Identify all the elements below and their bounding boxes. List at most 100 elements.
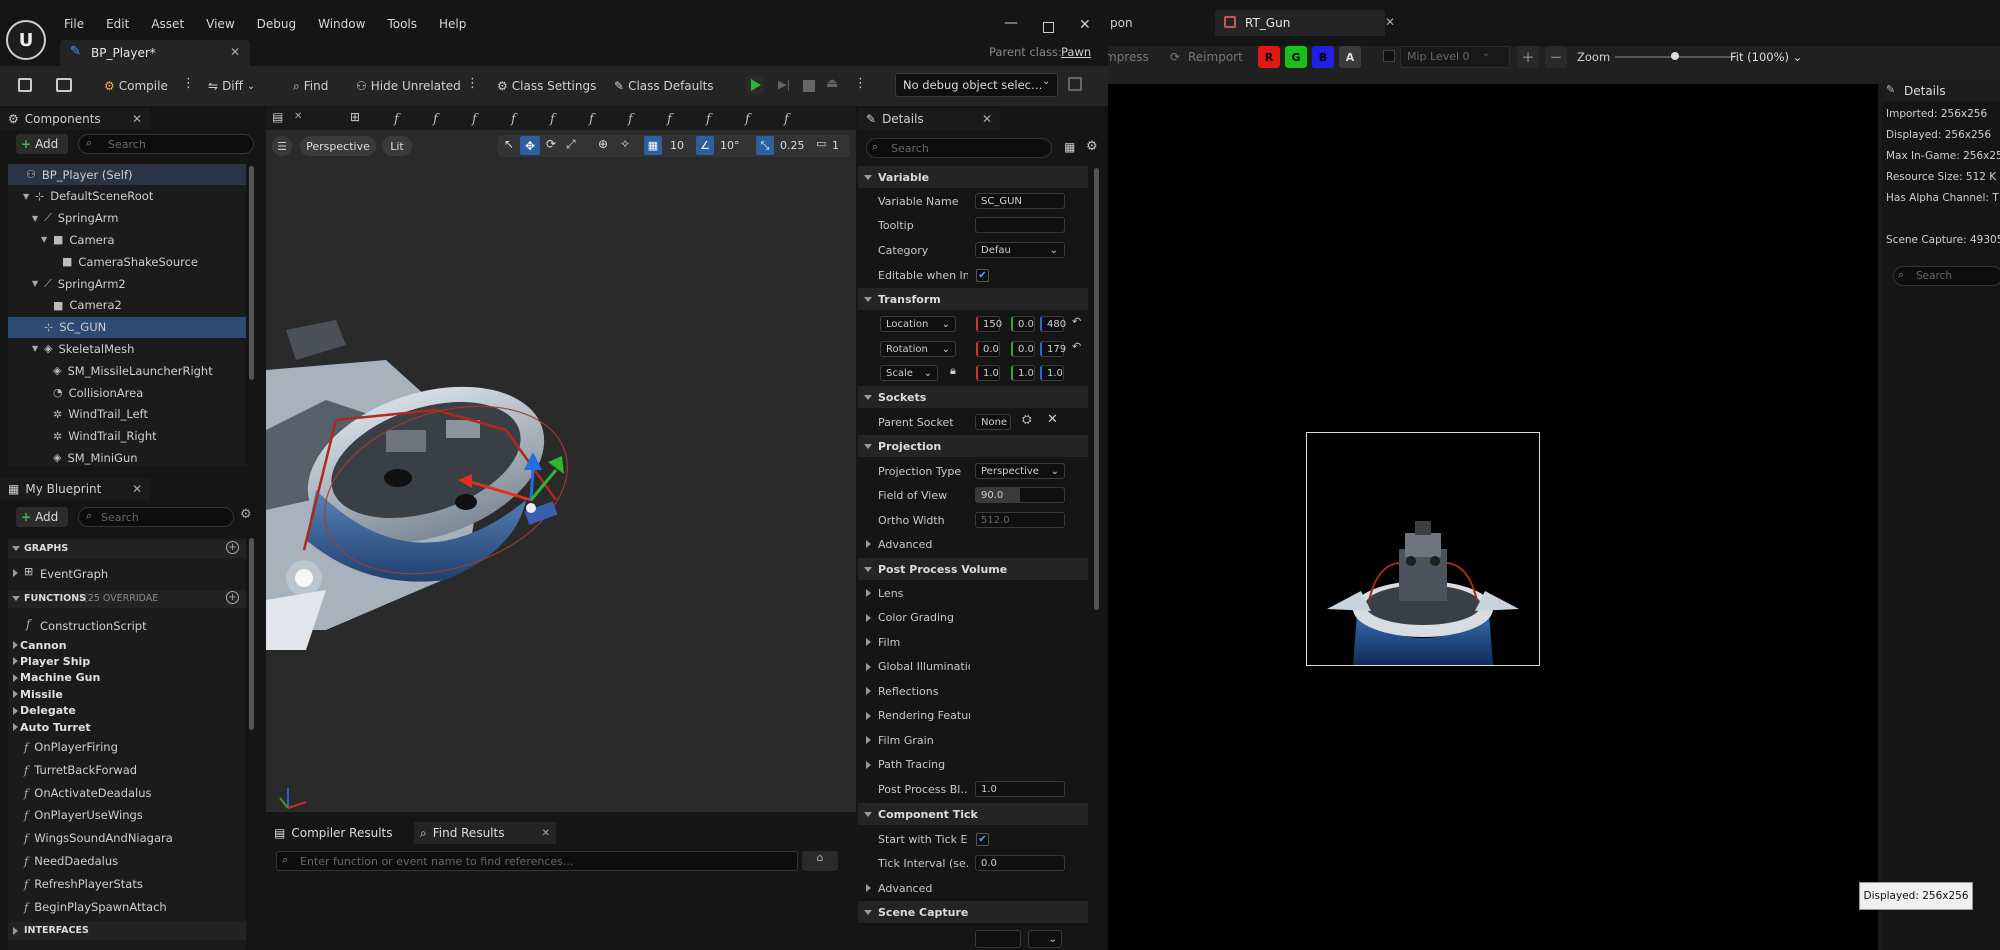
- location-y-field[interactable]: 0.0: [1011, 316, 1035, 332]
- compiler-results-tab[interactable]: ▤ Compiler Results: [268, 822, 408, 844]
- parent-class-link[interactable]: Pawn: [1061, 45, 1091, 59]
- perspective-button[interactable]: Perspective: [300, 136, 376, 156]
- menu-tools[interactable]: Tools: [387, 17, 417, 31]
- post-process-item[interactable]: Film: [878, 631, 970, 653]
- function-item[interactable]: f OnPlayerUseWings: [24, 805, 143, 825]
- close-window-button[interactable]: ✕: [1079, 17, 1091, 33]
- component-row[interactable]: ■ CameraShakeSource: [8, 251, 246, 272]
- select-icon[interactable]: ↖: [504, 137, 514, 151]
- function-category[interactable]: Player Ship: [20, 653, 90, 669]
- function-tab-icon[interactable]: f: [511, 112, 516, 127]
- channel-a-button[interactable]: A: [1339, 46, 1361, 68]
- zoom-slider-thumb[interactable]: [1671, 52, 1679, 60]
- save-icon[interactable]: [18, 78, 32, 92]
- post-process-item[interactable]: Color Grading: [878, 607, 970, 629]
- find-in-all-blueprints-icon[interactable]: ⌂: [802, 851, 838, 871]
- graph-tab-icon[interactable]: ⊞: [350, 110, 360, 124]
- menu-help[interactable]: Help: [439, 17, 466, 31]
- rotation-dropdown[interactable]: Rotation ⌄: [880, 341, 956, 357]
- post-process-section[interactable]: Post Process Volume: [858, 558, 1088, 580]
- minimize-button[interactable]: —: [1004, 15, 1018, 31]
- channel-r-button[interactable]: R: [1258, 46, 1280, 68]
- grid-snap-icon[interactable]: ▦: [644, 136, 662, 155]
- function-tab-icon[interactable]: f: [394, 112, 399, 127]
- component-row[interactable]: ◔ CollisionArea: [8, 382, 246, 403]
- component-row[interactable]: ▼ ⟋ SpringArm2: [8, 273, 246, 294]
- expand-arrow-icon[interactable]: ▼: [32, 344, 40, 353]
- expand-arrow-icon[interactable]: ▼: [41, 235, 49, 244]
- expand-arrow-icon[interactable]: ▼: [23, 192, 31, 201]
- step-icon[interactable]: ▶|: [778, 78, 790, 91]
- function-tab-icon[interactable]: f: [784, 112, 789, 127]
- rotation-y-field[interactable]: 0.0: [1011, 341, 1035, 357]
- scale-dropdown[interactable]: Scale ⌄: [880, 365, 938, 381]
- menu-debug[interactable]: Debug: [257, 17, 296, 31]
- find-results-close-icon[interactable]: ✕: [542, 828, 550, 839]
- channel-b-button[interactable]: B: [1312, 46, 1334, 68]
- add-function-icon[interactable]: +: [226, 591, 239, 604]
- editable-checkbox[interactable]: ✔: [976, 269, 989, 282]
- function-item[interactable]: f OnPlayerFiring: [24, 737, 118, 757]
- camera-speed-icon[interactable]: ▭: [816, 137, 826, 150]
- post-process-item[interactable]: Global Illumination: [878, 656, 970, 678]
- menu-asset[interactable]: Asset: [151, 17, 184, 31]
- function-item[interactable]: f OnActivateDeadalus: [24, 783, 152, 803]
- function-category[interactable]: Auto Turret: [20, 719, 91, 735]
- component-row[interactable]: ✲ WindTrail_Left: [8, 404, 246, 425]
- functions-overrides-label[interactable]: (25 OVERRIDAE: [84, 593, 158, 604]
- class-defaults-button[interactable]: ✎ Class Defaults: [614, 76, 714, 96]
- mip-checkbox[interactable]: [1383, 50, 1395, 62]
- menu-file[interactable]: File: [64, 17, 84, 31]
- function-item[interactable]: f BeginPlaySpawnAttach: [24, 897, 167, 917]
- pp-blend-field[interactable]: 1.0: [975, 781, 1065, 797]
- post-process-item[interactable]: Lens: [878, 582, 970, 604]
- start-tick-checkbox[interactable]: ✔: [976, 833, 989, 846]
- channel-g-button[interactable]: G: [1285, 46, 1307, 68]
- viewport-menu-button[interactable]: ☰: [272, 136, 292, 156]
- toolbar-options-icon[interactable]: ⋮: [466, 76, 479, 91]
- texture-tab[interactable]: [1215, 10, 1385, 36]
- compress-button[interactable]: mpress: [1105, 50, 1149, 64]
- function-item[interactable]: f TurretBackForwad: [24, 760, 137, 780]
- translate-icon[interactable]: ✥: [520, 136, 540, 155]
- hide-unrelated-button[interactable]: ⚇ Hide Unrelated: [356, 76, 461, 96]
- debug-filter-icon[interactable]: [1068, 77, 1082, 91]
- components-close-icon[interactable]: ✕: [132, 112, 142, 126]
- construction-script-item[interactable]: ConstructionScript: [40, 619, 147, 633]
- function-tab-icon[interactable]: f: [706, 112, 711, 127]
- texture-target-dropdown[interactable]: ⌄: [1028, 930, 1062, 948]
- details-close-icon[interactable]: ✕: [982, 112, 992, 126]
- maximize-button[interactable]: [1043, 22, 1054, 33]
- rotation-snap-icon[interactable]: ∠: [696, 136, 714, 155]
- projection-section[interactable]: Projection: [858, 435, 1088, 457]
- details-scrollbar[interactable]: [1094, 168, 1099, 610]
- function-item[interactable]: f RefreshPlayerStats: [24, 874, 143, 894]
- fit-dropdown[interactable]: Fit (100%) ⌄: [1730, 50, 1802, 64]
- grid-snap-value[interactable]: 10: [670, 139, 684, 152]
- compile-options-icon[interactable]: ⋮: [182, 76, 195, 91]
- menu-edit[interactable]: Edit: [106, 17, 129, 31]
- my-blueprint-add-button[interactable]: + Add: [16, 507, 68, 527]
- texture-tab-close-icon[interactable]: ✕: [1385, 15, 1395, 29]
- tick-interval-field[interactable]: 0.0: [975, 855, 1065, 871]
- function-item[interactable]: f NeedDaedalus: [24, 851, 118, 871]
- browse-socket-icon[interactable]: ⛭: [1022, 412, 1032, 427]
- lit-button[interactable]: Lit: [382, 136, 412, 156]
- browse-icon[interactable]: [56, 78, 72, 92]
- scene-capture-section[interactable]: Scene Capture: [858, 901, 1088, 923]
- function-tab-icon[interactable]: f: [550, 112, 555, 127]
- world-local-icon[interactable]: ⊕: [598, 137, 608, 151]
- component-row[interactable]: ▼ ◈ SkeletalMesh: [8, 338, 246, 359]
- function-tab-icon[interactable]: f: [628, 112, 633, 127]
- viewport-canvas[interactable]: [266, 130, 856, 812]
- post-process-item[interactable]: Rendering Features: [878, 705, 970, 727]
- component-row[interactable]: ▼ ⟋ SpringArm: [8, 208, 246, 229]
- reset-location-icon[interactable]: ↶: [1072, 315, 1081, 328]
- texture-target-field[interactable]: [975, 930, 1021, 948]
- category-dropdown[interactable]: Defau ⌄: [975, 242, 1065, 258]
- function-category[interactable]: Cannon: [20, 637, 67, 653]
- component-row[interactable]: ✲ WindTrail_Right: [8, 426, 246, 447]
- scale-snap-icon[interactable]: ⤡: [756, 136, 774, 155]
- expand-arrow-icon[interactable]: ▼: [32, 279, 40, 288]
- function-category[interactable]: Delegate: [20, 703, 76, 719]
